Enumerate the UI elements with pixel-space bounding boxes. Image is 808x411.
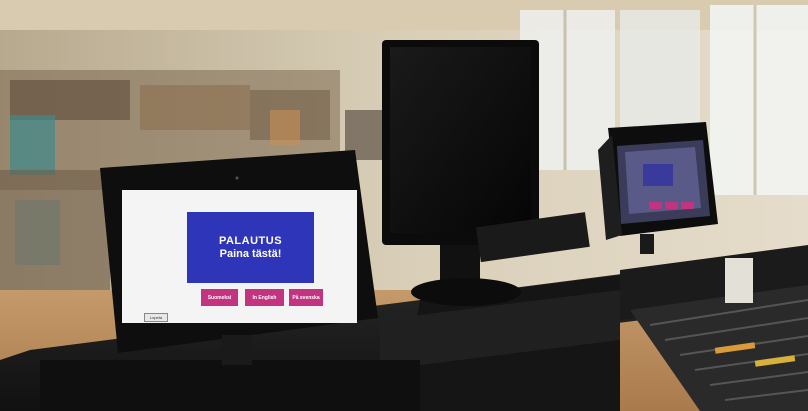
exit-button[interactable]: Lopeta	[144, 313, 168, 322]
secondary-return-button[interactable]	[643, 164, 673, 186]
language-button-swedish[interactable]: På svenska	[289, 289, 323, 306]
kiosk-screen-main: PALAUTUS Paina tästä! Suomeksi In Englis…	[122, 190, 357, 323]
return-button-sublabel: Paina tästä!	[219, 247, 282, 260]
language-button-finnish[interactable]: Suomeksi	[201, 289, 238, 306]
kiosk-screen-secondary	[615, 140, 710, 224]
secondary-language-button-1[interactable]	[649, 202, 662, 209]
self-service-return-stations-photo: PALAUTUS Paina tästä! Suomeksi In Englis…	[0, 0, 808, 411]
language-button-english[interactable]: In English	[245, 289, 284, 306]
return-button[interactable]: PALAUTUS Paina tästä!	[187, 212, 314, 283]
secondary-language-button-3[interactable]	[681, 202, 694, 209]
return-button-label: PALAUTUS	[218, 234, 283, 247]
secondary-language-button-2[interactable]	[665, 202, 678, 209]
